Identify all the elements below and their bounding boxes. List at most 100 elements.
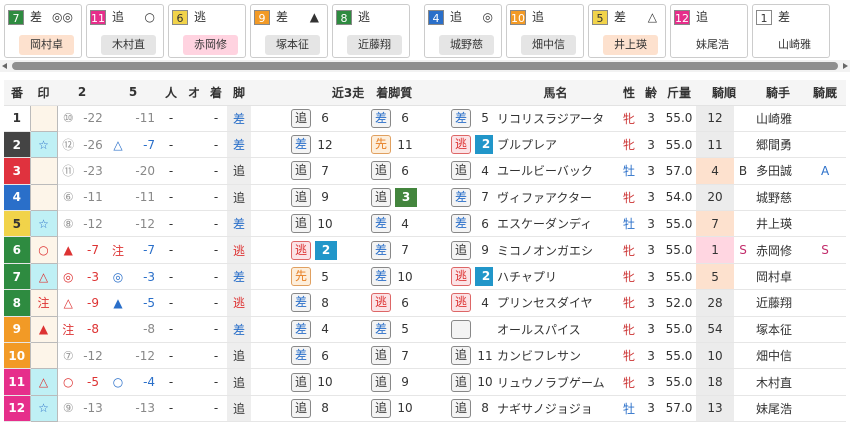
recent-3-races: 追 10 差 4 差 6 (251, 210, 494, 238)
col-header-stable[interactable]: 騎厩 (804, 80, 847, 106)
scroll-left-icon[interactable] (2, 63, 7, 69)
table-row[interactable]: 4 ⑥ -11 -11- - 追追 9 追 3 差 7 ヴィファアクター牝 3 54.0 20 城野慈 (4, 183, 847, 212)
horse-name[interactable]: リュウノラブゲーム (493, 368, 619, 396)
recent-3-races: 追9追3差7 (251, 184, 494, 212)
horizontal-scrollbar[interactable] (0, 60, 850, 72)
entry-card[interactable]: 11 追 ○ 木村直 (86, 4, 164, 58)
jockey-name[interactable]: 山崎雅 (752, 105, 805, 132)
prediction-mark[interactable]: ▲ (29, 315, 58, 344)
horse-name[interactable]: プリンセスダイヤ (493, 289, 619, 317)
jockey-name[interactable]: 赤岡修 (752, 236, 805, 264)
running-style: 差 (227, 210, 252, 238)
entry-card[interactable]: 12 追妹尾浩 (670, 4, 748, 58)
prediction-mark[interactable]: △ (29, 368, 58, 396)
horse-name[interactable]: ナギサノジョジョ (493, 395, 619, 423)
horse-name[interactable]: エスケーダンディ (493, 210, 619, 238)
col-header-jockey[interactable]: 騎手 (752, 80, 805, 106)
prediction-mark[interactable]: ○ (29, 236, 58, 264)
prediction-mark[interactable] (29, 342, 58, 370)
jockey-flag (734, 289, 753, 317)
horse-name[interactable]: ミコノオンガエシ (493, 236, 619, 264)
table-row[interactable]: 8 注 △ -9 ▲ -5- - 逃差 8 逃 6 逃 4 プリンセスダイヤ牝 3 52.0 28 近藤翔 (4, 289, 847, 317)
col-header-o[interactable]: オ (183, 80, 206, 106)
mark2-symbol: ○ (57, 368, 79, 396)
entry-table: 番 印 2 5 人 オ 着 脚 近3走 着脚質 馬名 性 齢 斤量 騎順 騎手 … (4, 80, 847, 423)
card-number-badge: 6 (172, 10, 188, 25)
horse-name[interactable]: ユールビーバック (493, 157, 619, 185)
entry-card[interactable]: 9 差 ▲ 塚本征 (250, 4, 328, 58)
table-row[interactable]: 6 ○ ▲ -7 注 -7- - 逃逃 2 差 7 追 9 ミコノオンガエシ牝 3 55.0 1 S 赤岡修 S (4, 236, 847, 264)
horse-name[interactable]: オールスパイス (493, 316, 619, 344)
table-row[interactable]: 9 ▲ 注 -8 -8- - 差差 4 差 5 オールスパイス牝 3 55.0 54 塚本征 (4, 315, 847, 344)
scroll-right-icon[interactable] (843, 63, 848, 69)
prediction-mark[interactable]: 注 (29, 289, 58, 317)
card-number-badge: 1 (756, 10, 772, 25)
mark2-value: -23 (79, 157, 108, 185)
card-jockey-name: 畑中信 (521, 35, 576, 55)
table-row[interactable]: 10 ⑦ -12 -12- - 追差 6 追 7 追 11 カンビフレサン牝 3 55.0 10 畑中信 (4, 342, 847, 370)
recent-race-place-1: 4 (321, 322, 329, 337)
col-header-horse-name[interactable]: 馬名 (493, 80, 619, 106)
prediction-mark[interactable]: ☆ (29, 394, 58, 423)
jockey-name[interactable]: 郷間勇 (752, 131, 805, 159)
jockey-name[interactable]: 井上瑛 (752, 210, 805, 238)
prediction-mark[interactable] (29, 104, 58, 132)
horse-name[interactable]: リコリスラジアータ (493, 105, 619, 132)
jockey-name[interactable]: 妹尾浩 (752, 395, 805, 423)
col-header-recent3[interactable]: 近3走 着脚質 (251, 80, 494, 106)
entry-card[interactable]: 8 逃近藤翔 (332, 4, 410, 58)
mark5-symbol (107, 395, 130, 423)
jockey-name[interactable]: 岡村卓 (752, 263, 805, 291)
entry-card[interactable]: 6 逃赤岡修 (168, 4, 246, 58)
col-header-mark5[interactable]: 5 (107, 80, 160, 106)
entry-card[interactable]: 5 差 △ 井上瑛 (588, 4, 666, 58)
prediction-mark[interactable] (29, 157, 58, 185)
col-header-age[interactable]: 齢 (640, 80, 663, 106)
mark5-symbol: ▲ (107, 289, 130, 317)
horse-name[interactable]: ハチャプリ (493, 263, 619, 291)
recent-race-place-3: 4 (481, 163, 489, 178)
mark5-value: -7 (129, 236, 160, 264)
table-row[interactable]: 2 ☆ ⑫ -26 △ -7- - 差差 12 先 11 逃 2 ブルプレア牝 3 55.0 11 郷間勇 (4, 130, 847, 159)
horse-name[interactable]: カンビフレサン (493, 342, 619, 370)
entry-card[interactable]: 1 差山崎雅 (752, 4, 830, 58)
table-row[interactable]: 5 ☆ ⑧ -12 -12- - 差追 10 差 4 差 6 エスケーダンディ牡 3 55.0 7 井上瑛 (4, 210, 847, 238)
jockey-name[interactable]: 城野慈 (752, 184, 805, 212)
jockey-name[interactable]: 畑中信 (752, 342, 805, 370)
prediction-mark[interactable]: △ (29, 262, 58, 291)
col-header-kyaku[interactable]: 脚 (227, 80, 252, 106)
recent-race-style-1: 逃 (291, 240, 312, 260)
horse-name[interactable]: ブルプレア (493, 131, 619, 159)
mark2-value: -12 (79, 210, 108, 238)
col-header-sex[interactable]: 性 (618, 80, 641, 106)
entry-card[interactable]: 7 差 ◎◎ 岡村卓 (4, 4, 82, 58)
running-style: 差 (227, 105, 252, 132)
table-row[interactable]: 12 ☆ ⑨ -13 -13- - 追追 8 追 10 追 8 ナギサノジョジョ牡 3 57.0 13 妹尾浩 (4, 394, 847, 423)
prediction-mark[interactable]: ☆ (29, 210, 58, 238)
table-row[interactable]: 3 ⑪ -23 -20- - 追追 7 追 6 追 4 ユールビーバック牡 3 57.0 4 B 多田誠 A (4, 157, 847, 185)
col-header-chaku[interactable]: 着 (205, 80, 228, 106)
table-row[interactable]: 11 △ ○ -5 ○ -4- - 追追 10 追 9 追 10 リュウノラブゲーム牝 3 55.0 18 木村直 (4, 368, 847, 396)
recent-race-style-3: 逃 (451, 135, 472, 155)
entry-card[interactable]: 10 追畑中信 (506, 4, 584, 58)
jockey-name[interactable]: 多田誠 (752, 157, 805, 185)
table-row[interactable]: 7 △ ◎ -3 ◎ -3- - 差先 5 差 10 逃 2 ハチャプリ牝 3 55.0 5 岡村卓 (4, 262, 847, 291)
prediction-mark[interactable]: ☆ (29, 130, 58, 159)
horse-name[interactable]: ヴィファアクター (493, 184, 619, 212)
prediction-mark[interactable] (29, 183, 58, 212)
horse-sex: 牝 (618, 131, 641, 159)
entry-card[interactable]: 4 追 ◎ 城野慈 (424, 4, 502, 58)
scroll-thumb[interactable] (12, 62, 838, 70)
recent-race-style-1: 追 (291, 187, 312, 207)
jockey-name[interactable]: 木村直 (752, 368, 805, 396)
stable-flag (804, 131, 847, 159)
col-header-hito[interactable]: 人 (159, 80, 184, 106)
col-header-weight[interactable]: 斤量 (662, 80, 697, 106)
table-row[interactable]: 1 ⑩ -22 -11- - 差追 6 差 6 差 5 リコリスラジアータ牝 3 55.0 12 山崎雅 (4, 104, 847, 132)
jockey-name[interactable]: 近藤翔 (752, 289, 805, 317)
col-header-mark[interactable]: 印 (30, 80, 57, 106)
jockey-name[interactable]: 塚本征 (752, 316, 805, 344)
col-header-mark2[interactable]: 2 (57, 80, 108, 106)
col-header-pop[interactable]: 騎順 (696, 80, 753, 106)
col-header-no[interactable]: 番 (4, 80, 30, 106)
